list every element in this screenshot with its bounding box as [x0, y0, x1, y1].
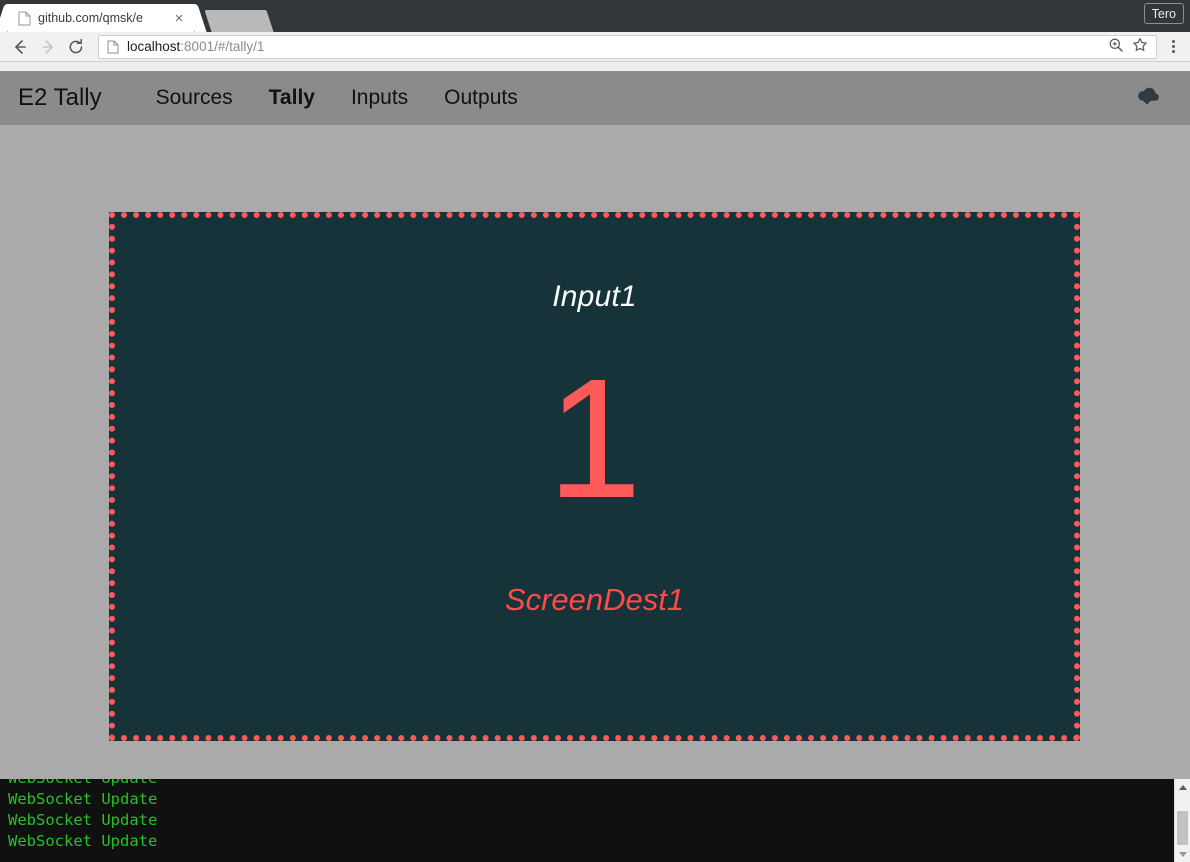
three-dot-menu-icon[interactable]	[1162, 34, 1184, 60]
url-path: :8001/#/tally/1	[180, 39, 265, 54]
browser-toolbar: localhost :8001/#/tally/1	[0, 32, 1190, 62]
browser-tab[interactable]: github.com/qmsk/e ×	[8, 4, 194, 32]
navbar-links: Sources Tally Inputs Outputs	[138, 86, 536, 110]
new-tab-button[interactable]	[204, 10, 274, 32]
chrome-divider	[0, 62, 1190, 71]
back-arrow-icon[interactable]	[6, 34, 34, 60]
url-host: localhost	[127, 39, 181, 54]
tab-strip: github.com/qmsk/e × Tero	[0, 0, 1190, 32]
profile-label: Tero	[1151, 6, 1176, 21]
navbar-brand[interactable]: E2 Tally	[18, 84, 102, 112]
scroll-up-arrow-icon[interactable]	[1175, 779, 1190, 795]
reload-icon[interactable]	[62, 34, 90, 60]
tally-source-label: Input1	[552, 280, 637, 313]
tally-panel[interactable]: Input1 1 ScreenDest1	[109, 212, 1080, 741]
star-icon[interactable]	[1132, 37, 1148, 56]
nav-link-tally[interactable]: Tally	[251, 86, 333, 110]
cloud-download-icon[interactable]	[1132, 83, 1162, 114]
nav-link-sources[interactable]: Sources	[138, 86, 251, 110]
profile-button[interactable]: Tero	[1143, 3, 1184, 24]
nav-link-inputs[interactable]: Inputs	[333, 86, 426, 110]
scrollbar-thumb[interactable]	[1177, 811, 1188, 845]
tab-title: github.com/qmsk/e	[38, 11, 143, 25]
address-bar[interactable]: localhost :8001/#/tally/1	[98, 34, 1157, 59]
close-icon[interactable]: ×	[170, 9, 188, 27]
app-navbar: E2 Tally Sources Tally Inputs Outputs	[0, 71, 1190, 125]
scroll-down-arrow-icon[interactable]	[1175, 846, 1190, 862]
console-log: WebSocket Update WebSocket Update WebSoc…	[8, 779, 158, 850]
console-scrollbar[interactable]	[1174, 779, 1190, 862]
tally-destination-label: ScreenDest1	[504, 581, 685, 617]
forward-arrow-icon[interactable]	[34, 34, 62, 60]
browser-chrome: github.com/qmsk/e × Tero localhost:8001…	[0, 0, 1190, 71]
page-icon	[18, 11, 31, 26]
nav-link-outputs[interactable]: Outputs	[426, 86, 536, 110]
zoom-search-icon[interactable]	[1108, 37, 1124, 56]
page-info-icon[interactable]	[107, 40, 119, 54]
navbar-status	[1132, 83, 1172, 114]
console-panel: WebSocket Update WebSocket Update WebSoc…	[0, 779, 1190, 862]
tally-id-number: 1	[547, 344, 642, 534]
page-body: Input1 1 ScreenDest1	[0, 125, 1190, 830]
